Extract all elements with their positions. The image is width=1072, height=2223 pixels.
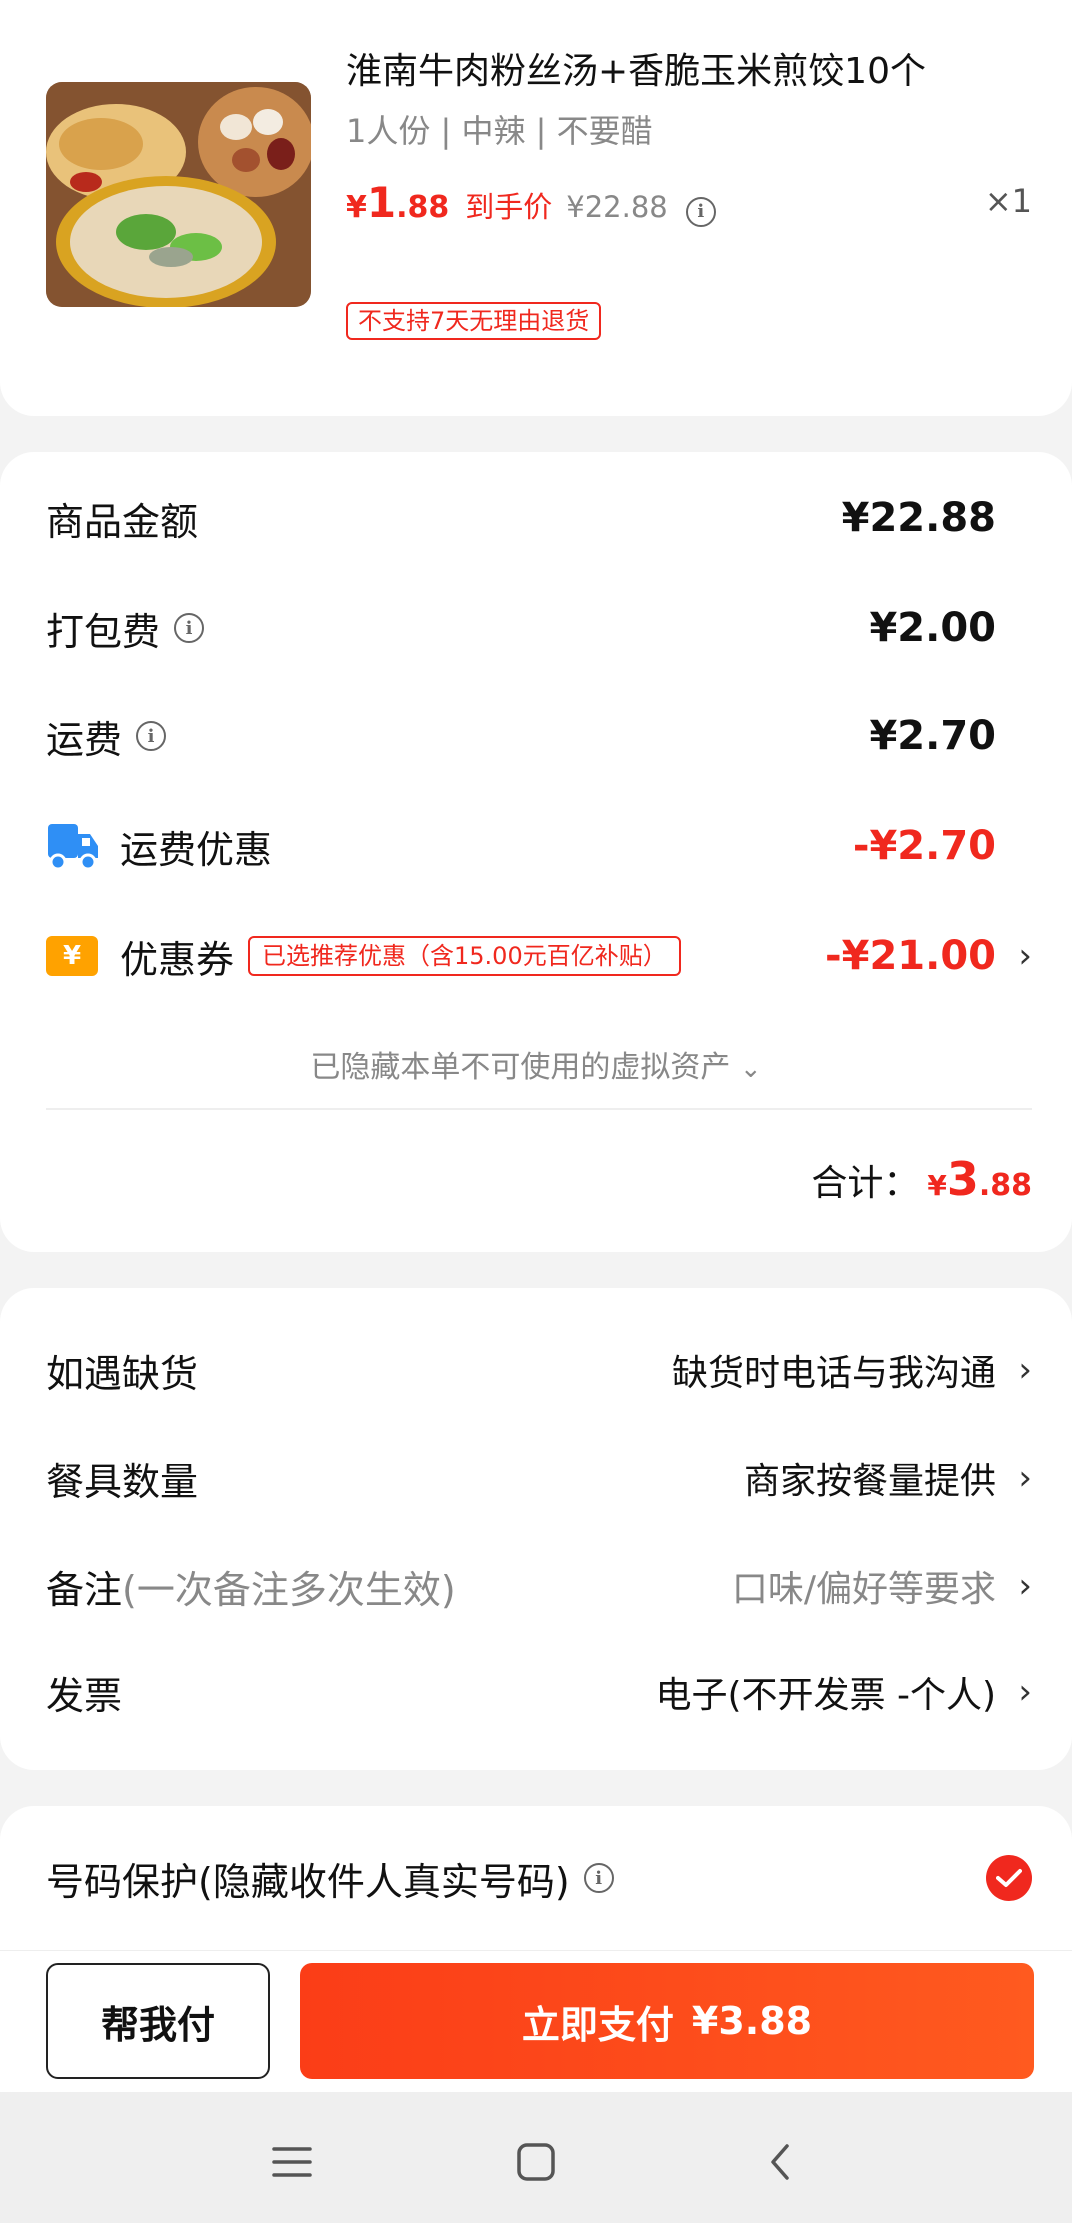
- order-options-card: 如遇缺货 缺货时电话与我沟通 › 餐具数量 商家按餐量提供 › 备注(一次备注多…: [0, 1288, 1072, 1770]
- divider: [46, 1108, 1032, 1110]
- packing-fee-row: 打包费 i ¥2.00: [46, 598, 1032, 658]
- price-decimal: .88: [396, 190, 450, 225]
- truck-icon: [48, 824, 98, 871]
- coupon-label: 优惠券: [120, 937, 235, 982]
- delivery-fee-value: ¥2.70: [869, 713, 996, 759]
- coupon-value: -¥21.00: [825, 933, 996, 979]
- remarks-sublabel: (一次备注多次生效): [122, 1567, 456, 1612]
- chevron-right-icon: ›: [1018, 1350, 1032, 1390]
- coupon-row[interactable]: ¥ 优惠券 已选推荐优惠（含15.00元百亿补贴） -¥21.00 ›: [46, 926, 1032, 986]
- price-tag: 到手价: [465, 190, 553, 224]
- stockout-label: 如遇缺货: [46, 1351, 199, 1396]
- pay-now-label: 立即支付: [521, 2002, 674, 2047]
- no-return-badge: 不支持7天无理由退货: [346, 302, 602, 340]
- chevron-right-icon: ›: [1018, 1566, 1032, 1606]
- utensils-value: 商家按餐量提供: [743, 1461, 996, 1502]
- stockout-option-row[interactable]: 如遇缺货 缺货时电话与我沟通 ›: [46, 1340, 1032, 1400]
- menu-icon[interactable]: [262, 2132, 322, 2192]
- delivery-fee-label: 运费: [46, 717, 123, 762]
- info-icon[interactable]: i: [174, 613, 205, 643]
- invoice-option-row[interactable]: 发票 电子(不开发票 -个人) ›: [46, 1662, 1032, 1722]
- delivery-discount-label: 运费优惠: [120, 827, 273, 872]
- number-protection-row: 号码保护(隐藏收件人真实号码) i: [46, 1848, 1032, 1908]
- utensils-label: 餐具数量: [46, 1459, 199, 1504]
- info-icon[interactable]: i: [583, 1863, 614, 1893]
- product-price-row: ¥ 1 .88 到手价 ¥22.88 i: [346, 178, 716, 228]
- chevron-right-icon: ›: [1018, 936, 1032, 976]
- number-protection-label: 号码保护(隐藏收件人真实号码): [46, 1859, 570, 1904]
- total-currency: ¥: [927, 1169, 947, 1202]
- home-square-icon[interactable]: [506, 2132, 566, 2192]
- chevron-right-icon: ›: [1018, 1458, 1032, 1498]
- help-me-pay-button[interactable]: 帮我付: [46, 1963, 270, 2079]
- packing-fee-label: 打包费: [46, 609, 161, 654]
- delivery-discount-value: -¥2.70: [852, 823, 996, 869]
- delivery-fee-row: 运费 i ¥2.70: [46, 706, 1032, 766]
- chevron-down-icon: ⌄: [739, 1054, 762, 1084]
- remarks-option-row[interactable]: 备注(一次备注多次生效) 口味/偏好等要求 ›: [46, 1556, 1032, 1616]
- total-decimal: .88: [978, 1168, 1032, 1203]
- goods-amount-value: ¥22.88: [841, 495, 996, 541]
- pay-now-amount: ¥3.88: [691, 1999, 813, 2043]
- product-spec: 1人份 | 中辣 | 不要醋: [346, 112, 653, 150]
- utensils-option-row[interactable]: 餐具数量 商家按餐量提供 ›: [46, 1448, 1032, 1508]
- fees-card: 商品金额 ¥22.88 打包费 i ¥2.00 运费 i ¥2.70 运费优惠 …: [0, 452, 1072, 1252]
- total-integer: 3: [946, 1152, 979, 1206]
- goods-amount-row: 商品金额 ¥22.88: [46, 488, 1032, 548]
- price-integer: 1: [366, 178, 397, 227]
- check-circle-icon[interactable]: [986, 1855, 1032, 1901]
- product-image[interactable]: [46, 82, 311, 307]
- invoice-value: 电子(不开发票 -个人): [655, 1675, 996, 1716]
- remarks-placeholder: 口味/偏好等要求: [731, 1569, 996, 1610]
- product-quantity: ×1: [984, 182, 1032, 220]
- coupon-yen-icon: ¥: [46, 936, 98, 976]
- remarks-label-text: 备注: [46, 1567, 123, 1612]
- bottom-action-bar: 帮我付 立即支付 ¥3.88: [0, 1950, 1072, 2092]
- delivery-discount-row: 运费优惠 -¥2.70: [46, 816, 1032, 876]
- system-navigation-bar: [0, 2092, 1072, 2223]
- packing-fee-value: ¥2.00: [869, 605, 996, 651]
- back-chevron-icon[interactable]: [750, 2132, 810, 2192]
- coupon-badge: 已选推荐优惠（含15.00元百亿补贴）: [248, 936, 681, 976]
- invoice-label: 发票: [46, 1673, 123, 1718]
- info-icon[interactable]: i: [136, 721, 167, 751]
- total-row: 合计： ¥ 3 .88: [811, 1152, 1032, 1206]
- pay-now-button[interactable]: 立即支付 ¥3.88: [300, 1963, 1034, 2079]
- product-card: 淮南牛肉粉丝汤+香脆玉米煎饺10个 1人份 | 中辣 | 不要醋 ¥ 1 .88…: [0, 0, 1072, 416]
- price-currency: ¥: [346, 190, 367, 225]
- remarks-label: 备注(一次备注多次生效): [46, 1559, 456, 1614]
- chevron-right-icon: ›: [1018, 1672, 1032, 1712]
- hidden-assets-note: 已隐藏本单不可使用的虚拟资产: [310, 1050, 731, 1085]
- original-price: ¥22.88: [566, 190, 668, 224]
- stockout-value: 缺货时电话与我沟通: [671, 1353, 996, 1394]
- goods-amount-label: 商品金额: [46, 499, 199, 544]
- product-title[interactable]: 淮南牛肉粉丝汤+香脆玉米煎饺10个: [346, 42, 926, 94]
- hidden-assets-toggle[interactable]: 已隐藏本单不可使用的虚拟资产 ⌄: [0, 1042, 1072, 1086]
- info-icon[interactable]: i: [685, 196, 716, 227]
- total-label: 合计：: [811, 1163, 920, 1204]
